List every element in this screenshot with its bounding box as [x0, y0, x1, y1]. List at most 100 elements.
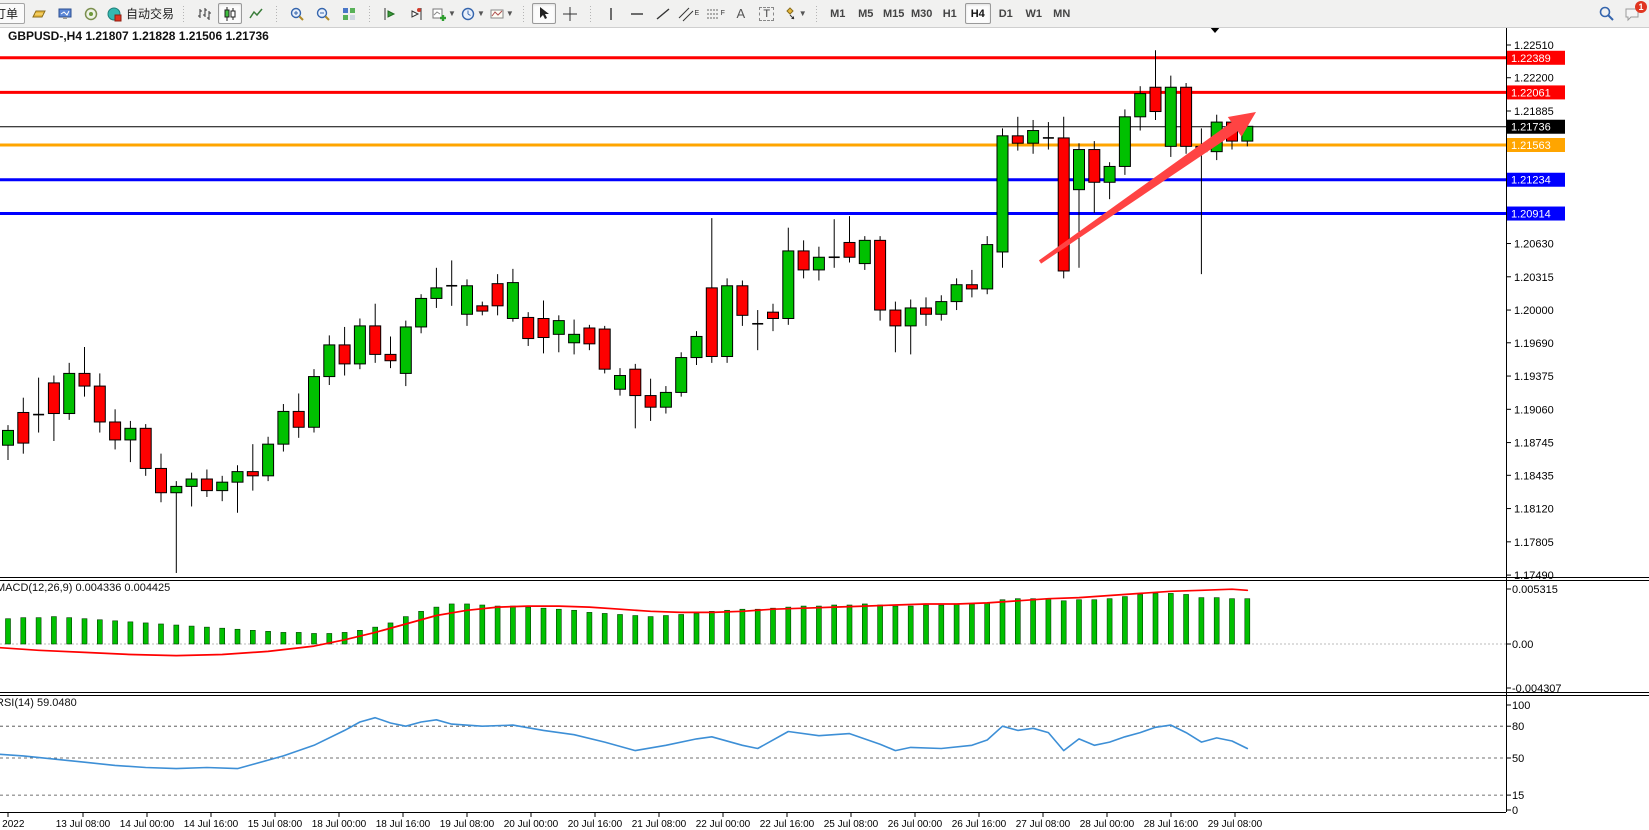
candle-body: [477, 306, 488, 311]
macd-histogram-bar: [1153, 593, 1158, 644]
macd-histogram-bar: [449, 604, 454, 644]
shapes-tool-button[interactable]: ▼: [781, 3, 808, 24]
candle-body: [722, 286, 733, 357]
market-watch-icon[interactable]: [53, 3, 77, 24]
horizontal-line-tool-button[interactable]: [625, 3, 649, 24]
timeframe-m1-button[interactable]: M1: [825, 3, 851, 24]
search-button[interactable]: [1594, 3, 1618, 24]
macd-histogram-bar: [618, 614, 623, 644]
macd-histogram-bar: [281, 632, 286, 644]
macd-histogram-bar: [296, 632, 301, 644]
rsi-axis-label: 50: [1512, 753, 1524, 765]
timeframe-mn-button[interactable]: MN: [1049, 3, 1075, 24]
candle-body: [660, 392, 671, 407]
candle-body: [156, 468, 167, 492]
candle-body: [951, 285, 962, 302]
time-tick-label: 18 Jul 00:00: [312, 819, 367, 830]
candle-body: [584, 328, 595, 344]
candle-body: [94, 386, 105, 422]
macd-histogram-bar: [679, 614, 684, 644]
macd-histogram-bar: [924, 605, 929, 644]
rsi-axis-label: 80: [1512, 721, 1524, 733]
auto-scroll-button[interactable]: [404, 3, 428, 24]
timeframe-h4-button[interactable]: H4: [965, 3, 991, 24]
timeframe-m30-button[interactable]: M30: [909, 3, 935, 24]
candle-body: [676, 358, 687, 393]
channel-tool-button[interactable]: E: [677, 3, 701, 24]
search-icon: [1598, 5, 1615, 22]
macd-axis-label: -0.004307: [1512, 683, 1562, 695]
gold-bar-icon[interactable]: [27, 3, 51, 24]
bar-chart-type-button[interactable]: [192, 3, 216, 24]
toolbar-drag-handle[interactable]: [179, 5, 188, 23]
add-indicator-icon: [431, 6, 447, 22]
macd-histogram-bar: [1077, 600, 1082, 644]
template-icon: [489, 6, 505, 22]
zoom-in-icon: [289, 6, 305, 22]
macd-histogram-bar: [204, 627, 209, 644]
crosshair-tool-button[interactable]: [558, 3, 582, 24]
macd-histogram-bar: [128, 622, 133, 644]
tile-windows-button[interactable]: [337, 3, 361, 24]
macd-histogram-bar: [266, 631, 271, 644]
chart-shift-button[interactable]: [378, 3, 402, 24]
period-selector-button[interactable]: ▼: [459, 3, 486, 24]
macd-histogram-bar: [1245, 599, 1250, 644]
time-tick-label: 22 Jul 00:00: [696, 819, 751, 830]
line-chart-type-button[interactable]: [244, 3, 268, 24]
trendline-tool-button[interactable]: [651, 3, 675, 24]
crosshair-icon: [562, 6, 578, 22]
candle-body: [354, 326, 365, 364]
cursor-tool-button[interactable]: [532, 3, 556, 24]
candle-body: [997, 136, 1008, 252]
toolbar-drag-handle[interactable]: [519, 5, 528, 23]
template-button[interactable]: ▼: [488, 3, 515, 24]
candle-body: [462, 286, 473, 315]
macd-histogram-bar: [235, 629, 240, 644]
timeframe-d1-button[interactable]: D1: [993, 3, 1019, 24]
zoom-in-button[interactable]: [285, 3, 309, 24]
macd-histogram-bar: [587, 612, 592, 644]
toolbar-drag-handle[interactable]: [272, 5, 281, 23]
macd-histogram-bar: [709, 611, 714, 644]
macd-panel: 0.0053150.00-0.004307: [0, 584, 1562, 695]
horizontal-line-objects[interactable]: [0, 58, 1506, 214]
candle-body: [48, 383, 59, 414]
fibonacci-tool-button[interactable]: F: [703, 3, 727, 24]
clock-icon: [460, 6, 476, 22]
add-indicator-button[interactable]: ▼: [430, 3, 457, 24]
toolbar-drag-handle[interactable]: [365, 5, 374, 23]
toolbar-drag-handle[interactable]: [812, 5, 821, 23]
chart-canvas[interactable]: 1.223891.220611.217361.215631.212341.209…: [0, 0, 1649, 830]
new-order-button[interactable]: 订单: [0, 3, 25, 24]
vertical-line-tool-button[interactable]: [599, 3, 623, 24]
candle-body: [263, 444, 274, 476]
candle-body: [599, 329, 610, 369]
price-line-label-text: 1.21736: [1511, 122, 1551, 134]
candle-body: [1119, 117, 1130, 167]
candle-body: [523, 317, 534, 338]
navigator-icon[interactable]: [79, 3, 103, 24]
candle-body: [1181, 87, 1192, 146]
zoom-out-button[interactable]: [311, 3, 335, 24]
macd-histogram-bar: [1184, 594, 1189, 644]
macd-histogram-bar: [342, 632, 347, 644]
chevron-down-icon: ▼: [448, 9, 456, 18]
text-tool-button[interactable]: A: [729, 3, 753, 24]
candle-body: [890, 310, 901, 326]
candle-body: [553, 321, 564, 335]
timeframe-w1-button[interactable]: W1: [1021, 3, 1047, 24]
autotrading-button[interactable]: 自动交易: [105, 3, 175, 24]
candlestick-chart-type-button[interactable]: [218, 3, 242, 24]
timeframe-m15-button[interactable]: M15: [881, 3, 907, 24]
macd-indicator-label: MACD(12,26,9) 0.004336 0.004425: [0, 582, 170, 594]
notifications-button[interactable]: 1: [1620, 3, 1644, 24]
label-tool-button[interactable]: T: [755, 3, 779, 24]
trend-arrow[interactable]: [1039, 112, 1256, 264]
macd-histogram-bar: [832, 605, 837, 644]
timeframe-h1-button[interactable]: H1: [937, 3, 963, 24]
timeframe-m5-button[interactable]: M5: [853, 3, 879, 24]
toolbar-drag-handle[interactable]: [586, 5, 595, 23]
trend-arrow-object[interactable]: [1039, 112, 1256, 264]
macd-histogram-bar: [220, 628, 225, 644]
